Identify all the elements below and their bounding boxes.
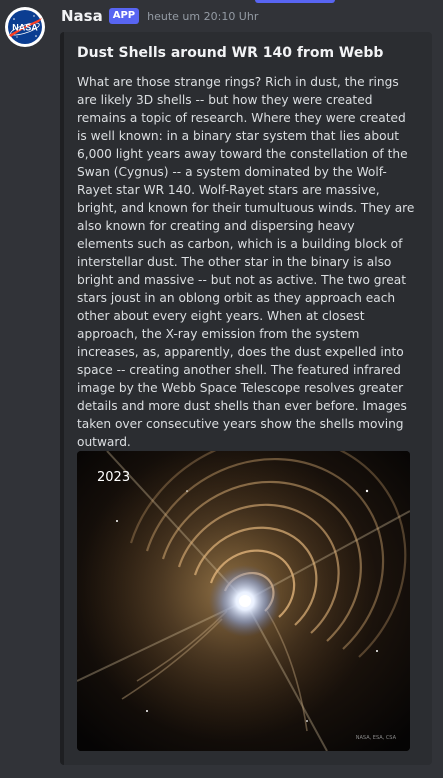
avatar[interactable]: NASA: [5, 7, 45, 47]
timestamp[interactable]: heute um 20:10 Uhr: [147, 10, 258, 23]
top-accent-bar: [255, 0, 335, 3]
image-credit: NASA, ESA, CSA: [355, 735, 396, 741]
embed-card: Dust Shells around WR 140 from Webb What…: [60, 32, 432, 765]
app-badge: APP: [108, 8, 140, 24]
svg-text:NASA: NASA: [12, 23, 38, 33]
image-year-label: 2023: [97, 470, 131, 485]
message-header: Nasa APP heute um 20:10 Uhr: [61, 6, 258, 26]
embed-image[interactable]: 2023 NASA, ESA, CSA: [77, 451, 410, 751]
wr140-dust-shells-image: [77, 451, 410, 751]
author-name[interactable]: Nasa: [61, 7, 103, 25]
embed-description: What are those strange rings? Rich in du…: [77, 75, 415, 449]
nasa-logo-icon: NASA: [8, 10, 42, 44]
embed-title: Dust Shells around WR 140 from Webb: [77, 45, 384, 61]
